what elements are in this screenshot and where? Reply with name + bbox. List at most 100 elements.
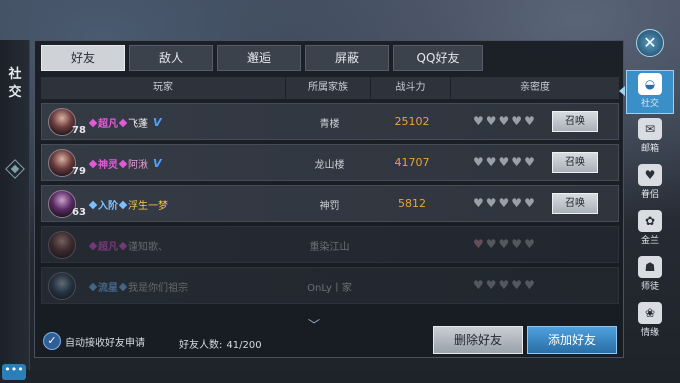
side-menu-item[interactable]: ✉ 邮箱 — [626, 116, 674, 160]
header-intimacy: 亲密度 — [520, 82, 550, 93]
rank-diamond-icon — [88, 118, 98, 127]
rank-diamond-icon — [88, 159, 98, 168]
player-level: 78 — [72, 125, 86, 136]
player-name-group: 神灵 阿湫 V — [88, 156, 162, 171]
heart-icon: ♥ — [511, 155, 523, 169]
friend-count-label: 好友人数: — [179, 340, 223, 351]
close-icon[interactable]: ✕ — [636, 29, 664, 57]
heart-icon: ♥ — [485, 196, 497, 210]
side-menu-item[interactable]: ♥ 眷侣 — [626, 162, 674, 206]
delete-friend-button[interactable]: 删除好友 — [433, 326, 523, 354]
friend-count-value: 41/200 — [226, 340, 262, 351]
chat-button[interactable]: ••• — [2, 364, 26, 380]
tab-enemies[interactable]: 敌人 — [129, 45, 213, 71]
table-row[interactable]: 63 入阶 浮生一梦 神罚 5812 ♥ ♥ ♥ ♥ ♥ 召唤 — [41, 185, 619, 222]
header-player: 玩家 — [41, 77, 286, 99]
tab-blocked[interactable]: 屏蔽 — [305, 45, 389, 71]
side-menu-item[interactable]: ❀ 情缘 — [626, 300, 674, 344]
rank-diamond-icon — [88, 200, 98, 209]
side-menu-label: 情缘 — [640, 328, 659, 338]
side-menu-label: 社交 — [640, 99, 659, 109]
side-menu-item[interactable]: ☗ 师徒 — [626, 254, 674, 298]
player-level: 63 — [72, 207, 86, 218]
side-menu: ◒ 社交 ✉ 邮箱 ♥ 眷侣 ✿ 金兰 ☗ 师徒 ❀ 情缘 — [624, 70, 674, 360]
header-family: 所属家族 — [286, 77, 371, 99]
header-power: 战斗力 — [371, 77, 451, 99]
heart-icon: ♥ — [498, 278, 510, 292]
sworn-icon: ✿ — [638, 210, 662, 232]
rank-diamond-icon — [88, 241, 98, 250]
rank-diamond-icon — [118, 282, 128, 291]
table-row[interactable]: 78 超凡 飞蓬 V 青楼 25102 ♥ ♥ ♥ ♥ ♥ 召唤 — [41, 103, 619, 140]
avatar[interactable] — [48, 231, 76, 259]
tab-encounters[interactable]: 邂逅 — [217, 45, 301, 71]
friend-count: 好友人数: 41/200 — [179, 336, 262, 351]
rail-title-char-2: 交 — [8, 85, 22, 100]
heart-icon: ♥ — [473, 237, 484, 251]
player-rank: 超凡 — [98, 119, 118, 130]
tab-bar: 好友 敌人 邂逅 屏蔽 QQ好友 — [41, 45, 483, 71]
table-row[interactable]: 超凡 谨知歌、 重染江山 ♥ ♥ ♥ ♥ ♥ — [41, 226, 619, 263]
rank-diamond-icon — [88, 282, 98, 291]
side-menu-item[interactable]: ◒ 社交 — [626, 70, 674, 114]
intimacy-hearts: ♥ ♥ ♥ ♥ ♥ — [473, 197, 535, 209]
vip-badge: V — [153, 157, 162, 170]
player-name: 浮生一梦 — [128, 201, 168, 212]
heart-icon: ♥ — [498, 237, 510, 251]
rank-diamond-icon — [118, 200, 128, 209]
side-menu-item[interactable]: ✿ 金兰 — [626, 208, 674, 252]
heart-icon: ♥ — [511, 237, 523, 251]
heart-icon: ♥ — [485, 155, 497, 169]
heart-icon: ♥ — [498, 196, 510, 210]
heart-icon: ♥ — [524, 278, 535, 292]
social-icon: ◒ — [638, 73, 662, 95]
table-row[interactable]: 流星 我是你们祖宗 OnLy丨家 ♥ ♥ ♥ ♥ ♥ — [41, 267, 619, 304]
rail-title: 社 交 — [5, 66, 25, 102]
player-power: 5812 — [398, 197, 426, 210]
left-rail: 社 交 — [0, 40, 30, 370]
player-family: 龙山楼 — [314, 160, 345, 171]
player-name: 飞蓬 — [128, 119, 148, 130]
player-rank: 神灵 — [98, 160, 118, 171]
avatar[interactable] — [48, 272, 76, 300]
player-power: 41707 — [394, 156, 430, 169]
heart-icon: ♥ — [485, 237, 497, 251]
intimacy-hearts: ♥ ♥ ♥ ♥ ♥ — [473, 156, 535, 168]
player-name: 我是你们祖宗 — [128, 283, 188, 294]
side-menu-label: 金兰 — [640, 236, 659, 246]
tab-friends[interactable]: 好友 — [41, 45, 125, 71]
player-name: 阿湫 — [128, 160, 148, 171]
rank-diamond-icon — [118, 159, 128, 168]
checkmark-icon[interactable]: ✓ — [43, 332, 61, 350]
heart-icon: ♥ — [524, 196, 535, 210]
summon-button[interactable]: 召唤 — [552, 152, 598, 173]
intimacy-hearts: ♥ ♥ ♥ ♥ ♥ — [473, 115, 535, 127]
side-menu-label: 邮箱 — [640, 144, 659, 154]
player-power: 25102 — [394, 115, 430, 128]
player-name-group: 入阶 浮生一梦 — [88, 197, 168, 212]
auto-accept-toggle[interactable]: ✓ 自动接收好友申请 — [43, 332, 145, 350]
heart-icon: ♥ — [473, 278, 484, 292]
summon-button[interactable]: 召唤 — [552, 111, 598, 132]
heart-icon: ♥ — [485, 278, 497, 292]
diamond-icon — [5, 159, 25, 179]
summon-button[interactable]: 召唤 — [552, 193, 598, 214]
auto-accept-label: 自动接收好友申请 — [65, 337, 145, 349]
heart-icon: ♥ — [511, 196, 523, 210]
mentor-icon: ☗ — [638, 256, 662, 278]
scroll-down-icon[interactable]: ﹀ — [308, 316, 320, 333]
rail-title-char-1: 社 — [8, 67, 22, 82]
player-name: 谨知歌、 — [128, 242, 168, 253]
heart-icon: ♥ — [524, 237, 535, 251]
vip-badge: V — [153, 116, 162, 129]
player-family: 重染江山 — [309, 242, 350, 253]
player-rank: 入阶 — [98, 201, 118, 212]
add-friend-button[interactable]: 添加好友 — [527, 326, 617, 354]
table-row[interactable]: 79 神灵 阿湫 V 龙山楼 41707 ♥ ♥ ♥ ♥ ♥ 召唤 — [41, 144, 619, 181]
tab-qq-friends[interactable]: QQ好友 — [393, 45, 483, 71]
intimacy-hearts: ♥ ♥ ♥ ♥ ♥ — [473, 279, 535, 291]
rank-diamond-icon — [118, 118, 128, 127]
side-menu-label: 师徒 — [640, 282, 659, 292]
heart-icon: ♥ — [511, 114, 523, 128]
player-name-group: 超凡 谨知歌、 — [88, 238, 168, 253]
